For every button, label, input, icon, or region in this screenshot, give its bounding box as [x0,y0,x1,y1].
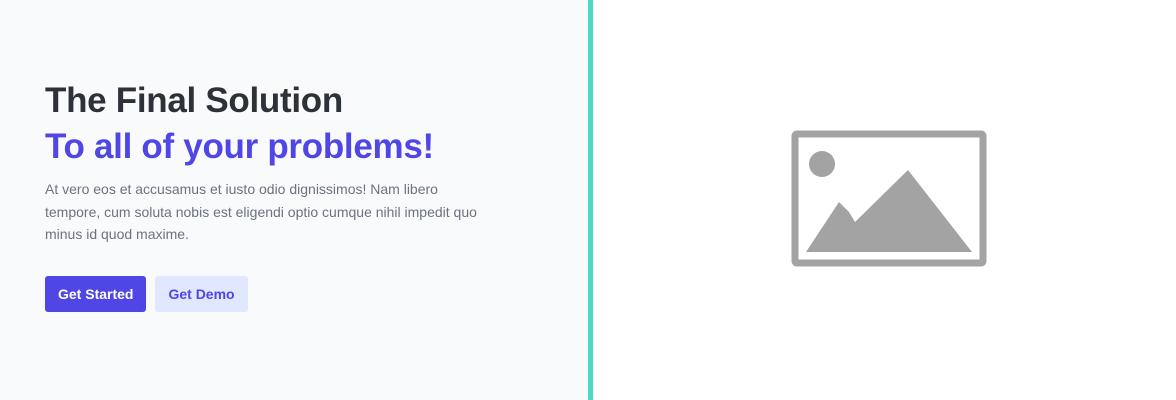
hero-description: At vero eos et accusamus et iusto odio d… [45,181,477,242]
get-demo-button[interactable]: Get Demo [155,275,248,312]
hero-media-panel [593,0,1176,400]
hero-section: The Final Solution To all of your proble… [0,0,1176,400]
hero-title: The Final Solution [45,81,343,120]
hero-content: The Final Solution To all of your proble… [45,80,505,312]
hero-text-panel: The Final Solution To all of your proble… [0,0,588,400]
hero-buttons: Get Started Get Demo [45,275,505,312]
get-started-button[interactable]: Get Started [45,275,147,312]
hero-subtitle: To all of your problems! [45,127,434,166]
image-placeholder-icon [791,130,987,267]
